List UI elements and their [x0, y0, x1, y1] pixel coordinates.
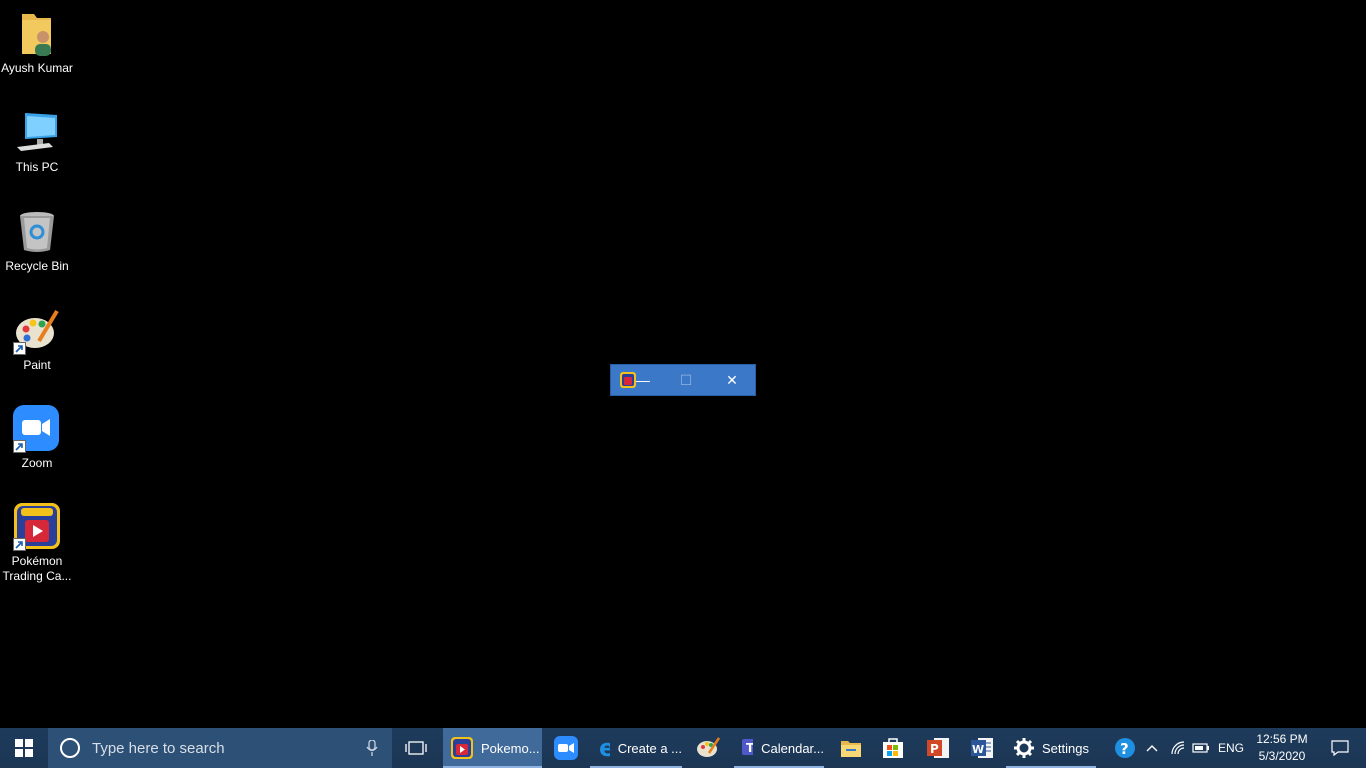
close-button[interactable]: ✕: [709, 365, 755, 395]
desktop-icon-label: This PC: [15, 160, 59, 174]
battery-button[interactable]: [1190, 728, 1212, 768]
svg-text:P: P: [930, 742, 939, 756]
action-center-button[interactable]: [1320, 728, 1360, 768]
taskbar-app-store[interactable]: [874, 728, 914, 768]
desktop-icon-recycle-bin[interactable]: Recycle Bin: [0, 208, 74, 274]
windows-logo-icon: [15, 739, 33, 757]
desktop-icon-label: Pokémon Trading Ca...: [2, 554, 72, 583]
minimize-button[interactable]: —: [620, 365, 666, 395]
taskbar-app-label: Calendar...: [761, 740, 824, 756]
shortcut-arrow-icon: [13, 440, 26, 453]
desktop-icon-pokemon-tcg[interactable]: Pokémon Trading Ca...: [0, 503, 74, 584]
edge-icon: e: [599, 737, 610, 759]
desktop-icon-label: Zoom: [21, 456, 53, 470]
search-input[interactable]: Type here to search: [48, 728, 392, 768]
pokemon-tcg-icon: [13, 503, 61, 551]
task-view-button[interactable]: [400, 728, 432, 768]
paint-palette-icon: [13, 307, 61, 355]
file-explorer-icon: [841, 741, 861, 757]
cortana-icon: [60, 738, 80, 758]
taskbar: Type here to search Pokemo... e Create a…: [0, 728, 1366, 768]
desktop-icon-paint[interactable]: Paint: [0, 307, 74, 373]
chevron-up-icon: [1146, 745, 1158, 752]
taskbar-app-label: Pokemo...: [481, 740, 540, 756]
computer-icon: [13, 109, 61, 157]
clock-time: 12:56 PM: [1256, 732, 1308, 746]
desktop-icon-user-folder[interactable]: Ayush Kumar: [0, 10, 74, 76]
help-icon: ?: [1115, 738, 1135, 758]
pokemon-mini-window[interactable]: — ☐ ✕: [610, 364, 756, 396]
shortcut-arrow-icon: [13, 342, 26, 355]
desktop-icon-zoom[interactable]: Zoom: [0, 405, 74, 471]
taskbar-app-label: Settings: [1042, 740, 1089, 756]
taskbar-app-file-explorer[interactable]: [832, 728, 870, 768]
paint-palette-icon: [697, 737, 720, 757]
desktop-icon-this-pc[interactable]: This PC: [0, 109, 74, 175]
gear-icon: [1014, 738, 1034, 758]
desktop-icon-label: Paint: [23, 358, 51, 372]
show-hidden-icons-button[interactable]: [1142, 728, 1162, 768]
start-button[interactable]: [0, 728, 48, 768]
user-folder-icon: [13, 10, 61, 58]
task-view-icon: [405, 741, 427, 755]
microphone-icon[interactable]: [366, 740, 378, 756]
svg-text:?: ?: [1120, 740, 1129, 758]
taskbar-app-paint[interactable]: [688, 728, 728, 768]
taskbar-app-label: Create a ...: [617, 740, 682, 756]
pokemon-tcg-icon: [451, 737, 473, 759]
zoom-camera-icon: [13, 405, 61, 453]
shortcut-arrow-icon: [13, 538, 26, 551]
notification-icon: [1331, 740, 1349, 756]
taskbar-app-edge[interactable]: e Create a ...: [590, 728, 682, 768]
svg-text:e: e: [599, 737, 610, 759]
clock-date: 5/3/2020: [1258, 749, 1306, 763]
battery-icon: [1192, 743, 1209, 753]
taskbar-app-word[interactable]: W: [962, 728, 1002, 768]
svg-text:W: W: [972, 743, 984, 756]
taskbar-app-pokemon[interactable]: Pokemo...: [443, 728, 542, 768]
taskbar-app-settings[interactable]: Settings: [1006, 728, 1096, 768]
zoom-camera-icon: [554, 736, 578, 760]
help-tray-button[interactable]: ?: [1112, 728, 1138, 768]
desktop-icon-label: Recycle Bin: [5, 259, 69, 273]
word-icon: W: [971, 738, 993, 758]
taskbar-app-teams[interactable]: T Calendar...: [734, 728, 824, 768]
maximize-button[interactable]: ☐: [663, 365, 709, 395]
taskbar-app-zoom[interactable]: [546, 728, 584, 768]
desktop-icon-label: Ayush Kumar: [1, 61, 73, 75]
network-button[interactable]: [1166, 728, 1190, 768]
language-indicator[interactable]: ENG: [1216, 728, 1246, 768]
clock[interactable]: 12:56 PM 5/3/2020: [1250, 728, 1314, 768]
wifi-icon: [1171, 741, 1185, 755]
taskbar-app-powerpoint[interactable]: P: [918, 728, 958, 768]
powerpoint-icon: P: [927, 738, 949, 758]
search-placeholder: Type here to search: [92, 739, 225, 757]
svg-text:T: T: [746, 741, 753, 755]
store-icon: [883, 738, 903, 758]
recycle-bin-icon: [13, 208, 61, 256]
teams-icon: T: [742, 739, 754, 755]
